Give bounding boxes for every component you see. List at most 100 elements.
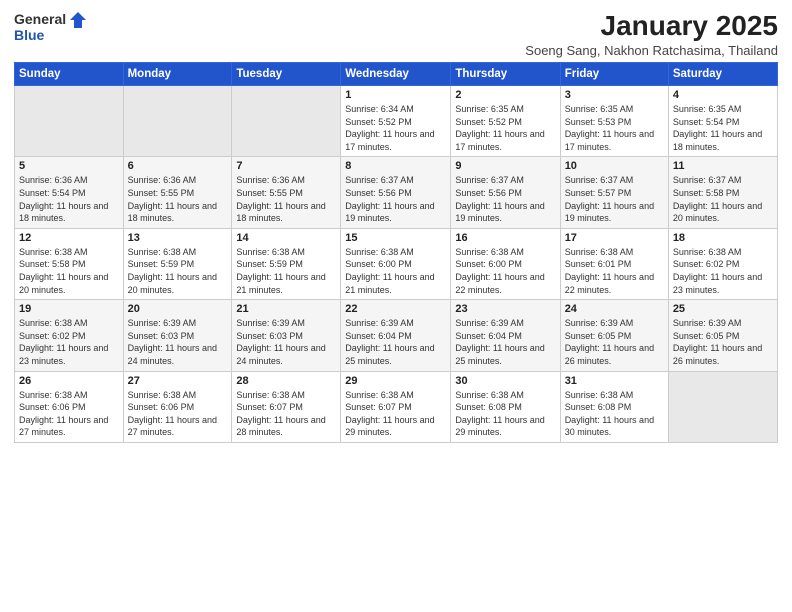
day-number: 8 <box>345 160 446 172</box>
col-wednesday: Wednesday <box>341 63 451 86</box>
calendar-cell: 9 Sunrise: 6:37 AMSunset: 5:56 PMDaylight… <box>451 157 560 228</box>
calendar-cell: 18 Sunrise: 6:38 AMSunset: 6:02 PMDayligh… <box>668 228 777 299</box>
day-number: 15 <box>345 232 446 244</box>
day-number: 14 <box>236 232 336 244</box>
calendar-cell: 24 Sunrise: 6:39 AMSunset: 6:05 PMDayligh… <box>560 300 668 371</box>
calendar-cell: 31 Sunrise: 6:38 AMSunset: 6:08 PMDayligh… <box>560 371 668 442</box>
day-info: Sunrise: 6:35 AMSunset: 5:54 PMDaylight:… <box>673 103 773 153</box>
day-info: Sunrise: 6:38 AMSunset: 6:08 PMDaylight:… <box>565 389 664 439</box>
calendar-header-row: Sunday Monday Tuesday Wednesday Thursday… <box>15 63 778 86</box>
day-number: 25 <box>673 303 773 315</box>
calendar-cell: 5 Sunrise: 6:36 AMSunset: 5:54 PMDaylight… <box>15 157 124 228</box>
day-info: Sunrise: 6:37 AMSunset: 5:56 PMDaylight:… <box>345 174 446 224</box>
day-info: Sunrise: 6:38 AMSunset: 6:00 PMDaylight:… <box>455 246 555 296</box>
calendar-cell <box>15 86 124 157</box>
calendar-cell: 3Sunrise: 6:35 AMSunset: 5:53 PMDaylight… <box>560 86 668 157</box>
day-number: 30 <box>455 375 555 387</box>
day-info: Sunrise: 6:38 AMSunset: 5:59 PMDaylight:… <box>236 246 336 296</box>
calendar-cell: 2 Sunrise: 6:35 AMSunset: 5:52 PMDaylight… <box>451 86 560 157</box>
day-info: Sunrise: 6:39 AMSunset: 6:04 PMDaylight:… <box>455 317 555 367</box>
page: General Blue January 2025 Soeng Sang, Na… <box>0 0 792 612</box>
calendar-week-row: 12 Sunrise: 6:38 AMSunset: 5:58 PMDayligh… <box>15 228 778 299</box>
calendar-cell: 4 Sunrise: 6:35 AMSunset: 5:54 PMDaylight… <box>668 86 777 157</box>
calendar-cell: 8 Sunrise: 6:37 AMSunset: 5:56 PMDaylight… <box>341 157 451 228</box>
day-info: Sunrise: 6:38 AMSunset: 5:58 PMDaylight:… <box>19 246 119 296</box>
calendar-cell: 16 Sunrise: 6:38 AMSunset: 6:00 PMDayligh… <box>451 228 560 299</box>
day-number: 11 <box>673 160 773 172</box>
day-info: Sunrise: 6:39 AMSunset: 6:03 PMDaylight:… <box>236 317 336 367</box>
day-info: Sunrise: 6:39 AMSunset: 6:03 PMDaylight:… <box>128 317 228 367</box>
day-info: Sunrise: 6:38 AMSunset: 6:06 PMDaylight:… <box>19 389 119 439</box>
day-info: Sunrise: 6:38 AMSunset: 6:07 PMDaylight:… <box>345 389 446 439</box>
day-number: 3 <box>565 89 664 101</box>
calendar-cell: 10Sunrise: 6:37 AMSunset: 5:57 PMDayligh… <box>560 157 668 228</box>
day-number: 17 <box>565 232 664 244</box>
day-info: Sunrise: 6:34 AMSunset: 5:52 PMDaylight:… <box>345 103 446 153</box>
calendar-week-row: 26 Sunrise: 6:38 AMSunset: 6:06 PMDayligh… <box>15 371 778 442</box>
day-info: Sunrise: 6:38 AMSunset: 6:01 PMDaylight:… <box>565 246 664 296</box>
calendar-cell <box>123 86 232 157</box>
calendar-cell <box>668 371 777 442</box>
calendar-cell: 26 Sunrise: 6:38 AMSunset: 6:06 PMDayligh… <box>15 371 124 442</box>
day-info: Sunrise: 6:35 AMSunset: 5:52 PMDaylight:… <box>455 103 555 153</box>
calendar-cell: 1Sunrise: 6:34 AMSunset: 5:52 PMDaylight… <box>341 86 451 157</box>
calendar-cell: 29Sunrise: 6:38 AMSunset: 6:07 PMDayligh… <box>341 371 451 442</box>
day-number: 18 <box>673 232 773 244</box>
col-friday: Friday <box>560 63 668 86</box>
day-number: 27 <box>128 375 228 387</box>
day-info: Sunrise: 6:39 AMSunset: 6:05 PMDaylight:… <box>565 317 664 367</box>
day-number: 23 <box>455 303 555 315</box>
day-number: 20 <box>128 303 228 315</box>
col-monday: Monday <box>123 63 232 86</box>
day-number: 2 <box>455 89 555 101</box>
day-info: Sunrise: 6:36 AMSunset: 5:55 PMDaylight:… <box>236 174 336 224</box>
day-number: 12 <box>19 232 119 244</box>
header: General Blue January 2025 Soeng Sang, Na… <box>14 10 778 58</box>
calendar-cell: 27 Sunrise: 6:38 AMSunset: 6:06 PMDayligh… <box>123 371 232 442</box>
col-tuesday: Tuesday <box>232 63 341 86</box>
day-number: 5 <box>19 160 119 172</box>
calendar-week-row: 5 Sunrise: 6:36 AMSunset: 5:54 PMDaylight… <box>15 157 778 228</box>
day-number: 26 <box>19 375 119 387</box>
day-number: 16 <box>455 232 555 244</box>
calendar-cell <box>232 86 341 157</box>
logo: General Blue <box>14 10 88 43</box>
calendar-cell: 19 Sunrise: 6:38 AMSunset: 6:02 PMDayligh… <box>15 300 124 371</box>
day-info: Sunrise: 6:36 AMSunset: 5:55 PMDaylight:… <box>128 174 228 224</box>
day-info: Sunrise: 6:38 AMSunset: 6:02 PMDaylight:… <box>673 246 773 296</box>
col-saturday: Saturday <box>668 63 777 86</box>
day-info: Sunrise: 6:38 AMSunset: 6:06 PMDaylight:… <box>128 389 228 439</box>
calendar-cell: 7 Sunrise: 6:36 AMSunset: 5:55 PMDaylight… <box>232 157 341 228</box>
day-number: 10 <box>565 160 664 172</box>
calendar-cell: 25Sunrise: 6:39 AMSunset: 6:05 PMDayligh… <box>668 300 777 371</box>
calendar-cell: 17 Sunrise: 6:38 AMSunset: 6:01 PMDayligh… <box>560 228 668 299</box>
calendar-cell: 30Sunrise: 6:38 AMSunset: 6:08 PMDayligh… <box>451 371 560 442</box>
calendar-week-row: 1Sunrise: 6:34 AMSunset: 5:52 PMDaylight… <box>15 86 778 157</box>
calendar-cell: 13Sunrise: 6:38 AMSunset: 5:59 PMDayligh… <box>123 228 232 299</box>
day-info: Sunrise: 6:37 AMSunset: 5:58 PMDaylight:… <box>673 174 773 224</box>
logo-icon <box>68 10 88 30</box>
day-number: 24 <box>565 303 664 315</box>
calendar-cell: 23 Sunrise: 6:39 AMSunset: 6:04 PMDayligh… <box>451 300 560 371</box>
day-number: 19 <box>19 303 119 315</box>
day-number: 13 <box>128 232 228 244</box>
calendar-cell: 28Sunrise: 6:38 AMSunset: 6:07 PMDayligh… <box>232 371 341 442</box>
calendar-cell: 20 Sunrise: 6:39 AMSunset: 6:03 PMDayligh… <box>123 300 232 371</box>
day-info: Sunrise: 6:36 AMSunset: 5:54 PMDaylight:… <box>19 174 119 224</box>
day-info: Sunrise: 6:38 AMSunset: 6:02 PMDaylight:… <box>19 317 119 367</box>
calendar-week-row: 19 Sunrise: 6:38 AMSunset: 6:02 PMDayligh… <box>15 300 778 371</box>
day-number: 7 <box>236 160 336 172</box>
day-number: 21 <box>236 303 336 315</box>
day-number: 9 <box>455 160 555 172</box>
day-info: Sunrise: 6:38 AMSunset: 6:00 PMDaylight:… <box>345 246 446 296</box>
day-number: 4 <box>673 89 773 101</box>
day-info: Sunrise: 6:37 AMSunset: 5:56 PMDaylight:… <box>455 174 555 224</box>
day-number: 6 <box>128 160 228 172</box>
calendar-cell: 22Sunrise: 6:39 AMSunset: 6:04 PMDayligh… <box>341 300 451 371</box>
calendar-cell: 14 Sunrise: 6:38 AMSunset: 5:59 PMDayligh… <box>232 228 341 299</box>
calendar-cell: 12 Sunrise: 6:38 AMSunset: 5:58 PMDayligh… <box>15 228 124 299</box>
title-block: January 2025 Soeng Sang, Nakhon Ratchasi… <box>525 10 778 58</box>
day-number: 31 <box>565 375 664 387</box>
calendar-table: Sunday Monday Tuesday Wednesday Thursday… <box>14 62 778 443</box>
calendar-location: Soeng Sang, Nakhon Ratchasima, Thailand <box>525 43 778 58</box>
